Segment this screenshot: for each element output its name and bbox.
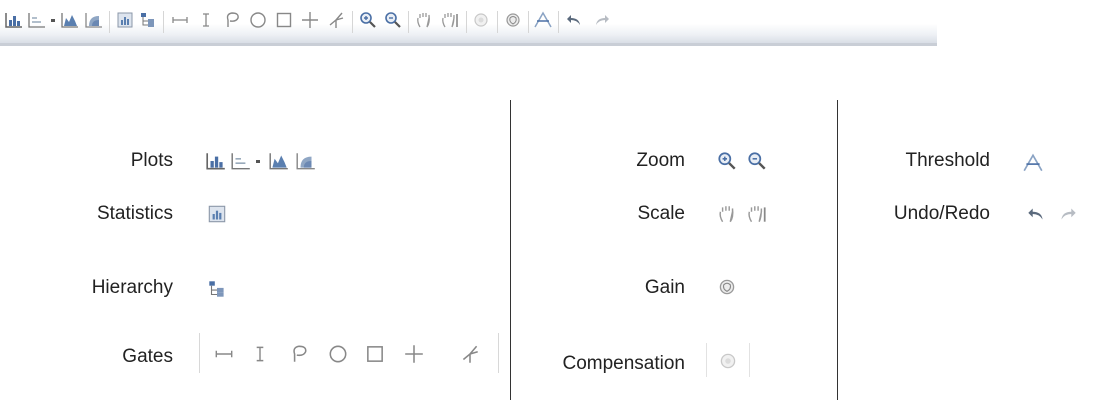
interval-gate-icon[interactable]: [249, 343, 271, 365]
zoom-out-icon[interactable]: [383, 10, 403, 30]
undo-redo-label: Undo/Redo: [893, 203, 990, 224]
range-gate-icon[interactable]: [170, 10, 190, 30]
lasso-gate-icon[interactable]: [288, 343, 310, 365]
statistics-label: Statistics: [96, 203, 173, 224]
spider-gate-icon[interactable]: [326, 10, 346, 30]
quadrant-gate-icon[interactable]: [300, 10, 320, 30]
scale-label: Scale: [637, 203, 685, 224]
rectangle-gate-icon[interactable]: [274, 10, 294, 30]
column-divider: [837, 100, 838, 400]
gain-icon[interactable]: [503, 10, 523, 30]
compensation-icon[interactable]: [717, 350, 739, 372]
toolbar-separator: [352, 11, 353, 33]
toolbar: [0, 0, 937, 46]
gates-label: Gates: [122, 346, 173, 367]
spider-gate-icon[interactable]: [459, 343, 481, 365]
dot-plot-icon[interactable]: [230, 150, 252, 172]
hierarchy-label: Hierarchy: [91, 277, 173, 298]
dropdown-arrow-icon[interactable]: [254, 150, 262, 172]
statistics-icon[interactable]: [206, 203, 228, 225]
toolbar-separator: [408, 11, 409, 33]
lasso-gate-icon[interactable]: [222, 10, 242, 30]
column-divider: [510, 100, 511, 400]
density-plot-icon[interactable]: [268, 150, 290, 172]
toolbar-separator: [109, 11, 110, 33]
zoom-out-icon[interactable]: [746, 150, 768, 172]
interval-gate-icon[interactable]: [196, 10, 216, 30]
ellipse-gate-icon[interactable]: [327, 343, 349, 365]
toolbar-separator: [528, 11, 529, 33]
threshold-label: Threshold: [905, 150, 991, 171]
undo-icon[interactable]: [1025, 203, 1047, 225]
dot-plot-icon[interactable]: [27, 10, 47, 30]
toolbar-separator: [163, 11, 164, 33]
contour-plot-icon[interactable]: [84, 10, 104, 30]
zoom-in-icon[interactable]: [716, 150, 738, 172]
hierarchy-icon[interactable]: [206, 278, 228, 300]
statistics-icon[interactable]: [115, 10, 135, 30]
threshold-icon[interactable]: [1022, 152, 1044, 174]
zoom-in-icon[interactable]: [358, 10, 378, 30]
toolbar-separator: [466, 11, 467, 33]
hierarchy-icon[interactable]: [138, 10, 158, 30]
histogram-icon[interactable]: [4, 10, 24, 30]
zoom-label: Zoom: [636, 150, 685, 171]
scale-hand-bar-icon[interactable]: [746, 203, 768, 225]
range-gate-icon[interactable]: [213, 343, 235, 365]
redo-icon[interactable]: [592, 10, 612, 30]
toolbar-separator: [497, 11, 498, 33]
compensation-label: Compensation: [562, 353, 685, 374]
compensation-icon[interactable]: [471, 10, 491, 30]
gain-icon[interactable]: [716, 276, 738, 298]
redo-icon[interactable]: [1057, 203, 1079, 225]
gates-toolbar-group: [199, 333, 499, 373]
contour-plot-icon[interactable]: [295, 150, 317, 172]
gain-label: Gain: [644, 277, 685, 298]
scale-hand-icon[interactable]: [414, 10, 434, 30]
histogram-icon[interactable]: [205, 150, 227, 172]
dropdown-arrow-icon[interactable]: [49, 10, 57, 30]
density-plot-icon[interactable]: [60, 10, 80, 30]
plots-label: Plots: [130, 150, 173, 171]
scale-hand-bar-icon[interactable]: [440, 10, 460, 30]
threshold-icon[interactable]: [533, 10, 553, 30]
ellipse-gate-icon[interactable]: [248, 10, 268, 30]
rectangle-gate-icon[interactable]: [364, 343, 386, 365]
quadrant-gate-icon[interactable]: [403, 343, 425, 365]
undo-icon[interactable]: [564, 10, 584, 30]
scale-hand-icon[interactable]: [716, 203, 738, 225]
toolbar-separator: [558, 11, 559, 33]
